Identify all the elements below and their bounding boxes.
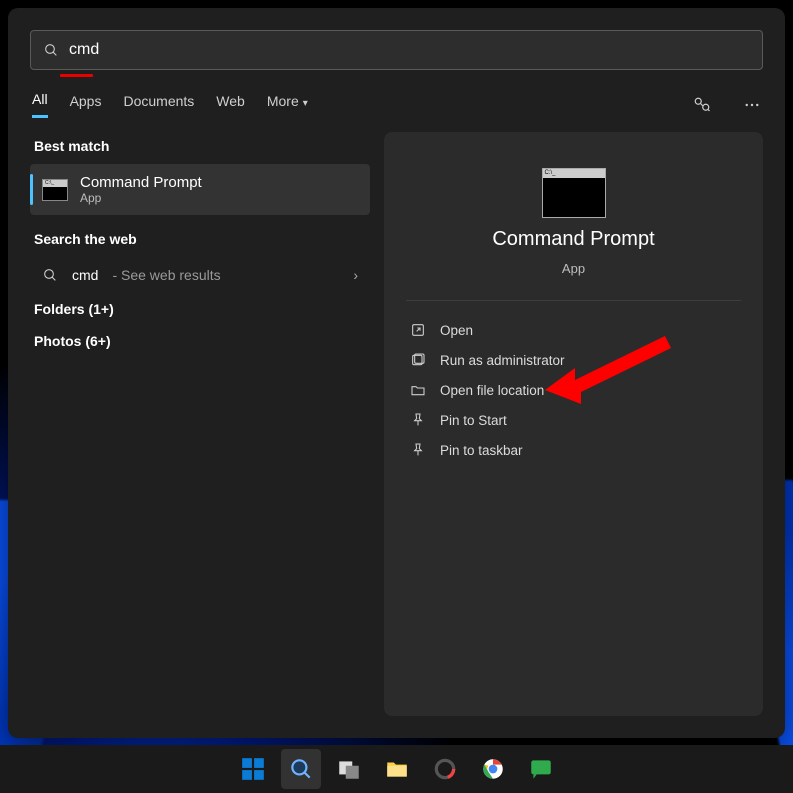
preview-sub: App [562,261,585,276]
best-match-header: Best match [34,138,366,154]
tab-all[interactable]: All [32,91,48,118]
photos-row[interactable]: Photos (6+) [30,325,370,357]
result-subtitle: App [80,191,202,205]
app-o-button[interactable] [425,749,465,789]
search-input[interactable] [69,41,750,59]
pin-icon [410,442,426,458]
pin-icon [410,412,426,428]
action-list: Open Run as administrator Open file loca… [406,300,741,465]
result-command-prompt[interactable]: C:\_ Command Prompt App [30,164,370,215]
tab-apps[interactable]: Apps [70,93,102,117]
results-column: Best match C:\_ Command Prompt App Searc… [30,132,370,716]
action-pin-taskbar[interactable]: Pin to taskbar [406,435,741,465]
see-web-results[interactable]: cmd - See web results › [30,257,370,293]
search-web-header: Search the web [34,231,366,247]
search-box[interactable] [30,30,763,70]
action-label: Run as administrator [440,353,565,368]
result-title: Command Prompt [80,174,202,191]
search-icon [43,42,59,58]
action-run-admin[interactable]: Run as administrator [406,345,741,375]
search-options-icon[interactable] [693,96,711,114]
chevron-down-icon: ▾ [303,98,308,109]
action-label: Pin to Start [440,413,507,428]
action-open[interactable]: Open [406,315,741,345]
search-icon [42,267,58,283]
web-query: cmd [72,267,98,283]
file-explorer-button[interactable] [377,749,417,789]
admin-icon [410,352,426,368]
action-label: Open file location [440,383,544,398]
tab-web[interactable]: Web [216,93,245,117]
preview-app-icon: C:\_ [542,168,606,218]
folders-row[interactable]: Folders (1+) [30,293,370,325]
filter-tabs: All Apps Documents Web More▾ [8,77,785,120]
tab-documents[interactable]: Documents [123,93,194,117]
chrome-button[interactable] [473,749,513,789]
preview-pane: C:\_ Command Prompt App Open Run as admi… [384,132,763,716]
taskbar [0,745,793,793]
task-view-button[interactable] [329,749,369,789]
command-prompt-icon: C:\_ [42,179,68,201]
selection-indicator [30,174,33,205]
chevron-right-icon: › [353,267,358,283]
preview-title: Command Prompt [492,228,654,251]
more-options-icon[interactable] [743,96,761,114]
action-open-location[interactable]: Open file location [406,375,741,405]
action-label: Pin to taskbar [440,443,523,458]
open-icon [410,322,426,338]
action-label: Open [440,323,473,338]
search-taskbar-button[interactable] [281,749,321,789]
tab-more[interactable]: More▾ [267,93,308,117]
start-search-panel: All Apps Documents Web More▾ Best match … [8,8,785,738]
start-button[interactable] [233,749,273,789]
folder-icon [410,382,426,398]
chat-button[interactable] [521,749,561,789]
action-pin-start[interactable]: Pin to Start [406,405,741,435]
web-suffix: - See web results [112,267,220,283]
